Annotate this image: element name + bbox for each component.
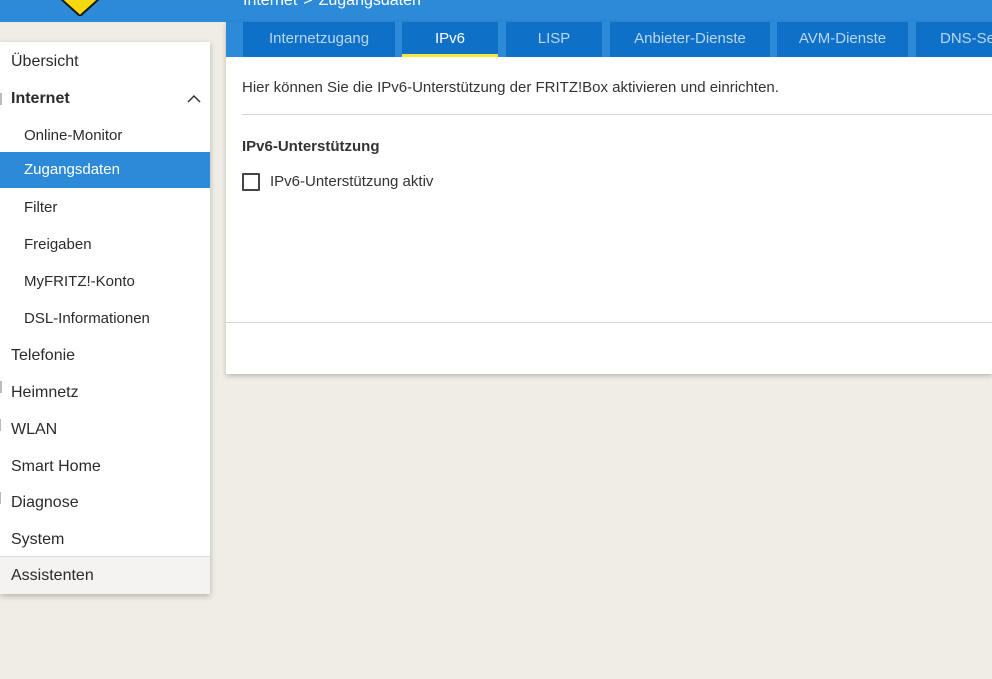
tab-dns-server[interactable]: DNS-Server [916,22,992,57]
main-panel: Internetzugang IPv6 LISP Anbieter-Dienst… [226,22,992,374]
tab-internetzugang[interactable]: Internetzugang [243,22,395,57]
sidebar-item-freigaben[interactable]: Freigaben [0,227,210,263]
sidebar-item-dsl-informationen[interactable]: DSL-Informationen [0,301,210,337]
sidebar-item-diagnose[interactable]: Diagnose [0,485,210,521]
sidebar-item-wlan[interactable]: WLAN [0,412,210,448]
sidebar-item-label: Internet [11,90,70,107]
wlan-icon [0,419,4,431]
footer-divider [226,322,992,323]
sidebar-item-heimnetz[interactable]: Heimnetz [0,375,210,411]
sidebar: Übersicht Internet Online-Monitor Zugang… [0,42,210,594]
ipv6-support-checkbox[interactable] [242,173,260,191]
sidebar-item-smart-home[interactable]: Smart Home [0,449,210,485]
section-title: IPv6-Unterstützung [242,138,380,155]
ipv6-support-label[interactable]: IPv6-Unterstützung aktiv [270,173,433,190]
breadcrumb-separator: > [303,0,313,9]
sidebar-item-system[interactable]: System [0,522,210,558]
divider [242,114,992,115]
chevron-up-icon[interactable] [186,91,202,107]
sidebar-item-telefonie[interactable]: Telefonie [0,338,210,374]
sidebar-item-uebersicht[interactable]: Übersicht [0,44,210,80]
diagnose-icon [0,492,4,504]
tab-ipv6[interactable]: IPv6 [402,22,498,57]
breadcrumb: Internet > Zugangsdaten [243,0,421,10]
internet-icon [0,93,5,105]
breadcrumb-page: Zugangsdaten [318,0,421,9]
sidebar-item-myfritz-konto[interactable]: MyFRITZ!-Konto [0,264,210,300]
sidebar-item-assistenten[interactable]: Assistenten [0,556,210,594]
heimnetz-icon [0,381,5,393]
fritz-logo-icon[interactable] [58,0,102,16]
breadcrumb-section[interactable]: Internet [243,0,297,9]
top-bar: Internet > Zugangsdaten [0,0,992,22]
tab-anbieter-dienste[interactable]: Anbieter-Dienste [610,22,770,57]
sidebar-item-filter[interactable]: Filter [0,190,210,226]
tab-bar: Internetzugang IPv6 LISP Anbieter-Dienst… [226,22,992,57]
tab-avm-dienste[interactable]: AVM-Dienste [777,22,908,57]
sidebar-item-zugangsdaten[interactable]: Zugangsdaten [0,152,210,188]
intro-text: Hier können Sie die IPv6-Unterstützung d… [242,79,779,96]
tab-lisp[interactable]: LISP [506,22,602,57]
sidebar-item-online-monitor[interactable]: Online-Monitor [0,118,210,154]
sidebar-item-internet[interactable]: Internet [0,81,210,117]
